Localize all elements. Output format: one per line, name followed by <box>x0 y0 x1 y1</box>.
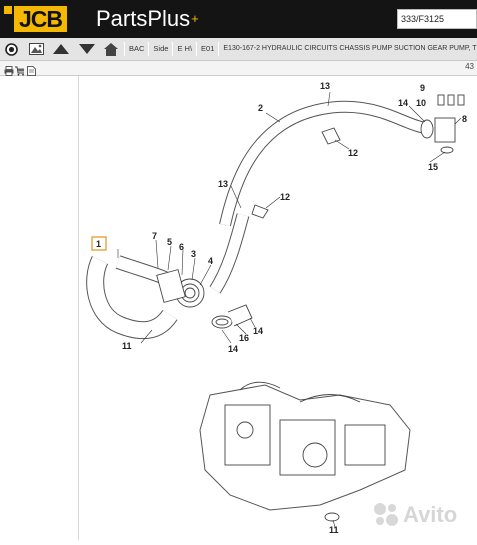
cart-icon[interactable] <box>15 63 25 76</box>
arrow-up-icon[interactable] <box>53 41 69 57</box>
callout-4[interactable]: 4 <box>208 256 213 266</box>
app-header: JCB PartsPlus+ 333/F3125 <box>0 0 477 38</box>
sub-toolbar: 43 <box>0 61 477 76</box>
arrow-down-icon[interactable] <box>79 41 95 57</box>
callout-10[interactable]: 10 <box>416 98 426 108</box>
callout-6[interactable]: 6 <box>179 242 184 252</box>
callout-2[interactable]: 2 <box>258 103 263 113</box>
callout-14-upper[interactable]: 14 <box>398 98 408 108</box>
callout-13-upper[interactable]: 13 <box>320 81 330 91</box>
callout-8[interactable]: 8 <box>462 114 467 124</box>
callout-3[interactable]: 3 <box>191 249 196 259</box>
diagram-svg: 1 2 3 4 5 6 7 8 9 10 11 11 12 12 13 13 1… <box>86 81 467 535</box>
callout-14-lower-left[interactable]: 14 <box>228 344 238 354</box>
brand-name: PartsPlus+ <box>96 6 199 32</box>
callout-15[interactable]: 15 <box>428 162 438 172</box>
toolbar: BAC Side E H\ E01 E130-167-2 HYDRAULIC C… <box>0 38 477 61</box>
callout-13-mid[interactable]: 13 <box>218 179 228 189</box>
document-icon[interactable] <box>27 63 37 76</box>
page-title: E130-167-2 HYDRAULIC CIRCUITS CHASSIS PU… <box>218 42 477 56</box>
callout-7[interactable]: 7 <box>152 231 157 241</box>
crumb-side[interactable]: Side <box>148 42 172 56</box>
callout-11-engine[interactable]: 11 <box>329 525 339 535</box>
brand-label: PartsPlus <box>96 6 191 31</box>
callout-5[interactable]: 5 <box>167 237 172 247</box>
breadcrumb: BAC Side E H\ E01 E130-167-2 HYDRAULIC C… <box>124 38 477 60</box>
avito-logo-icon <box>372 502 400 528</box>
image-icon[interactable] <box>28 41 44 57</box>
exploded-diagram[interactable]: 1 2 3 4 5 6 7 8 9 10 11 11 12 12 13 13 1… <box>79 76 477 540</box>
logo-square <box>4 6 12 14</box>
crumb-eh[interactable]: E H\ <box>172 42 196 56</box>
home-icon[interactable] <box>103 41 119 57</box>
watermark-text: Avito <box>403 502 458 527</box>
jcb-logo: JCB <box>4 6 68 32</box>
callout-9[interactable]: 9 <box>420 83 425 93</box>
callout-12-clamp[interactable]: 12 <box>280 192 290 202</box>
logo-text: JCB <box>14 6 68 32</box>
parts-list-pane <box>0 76 79 540</box>
callout-11-lower-hose[interactable]: 11 <box>122 341 132 351</box>
brand-plus-mark: + <box>191 11 199 26</box>
crumb-e01[interactable]: E01 <box>196 42 218 56</box>
crumb-bac[interactable]: BAC <box>124 42 148 56</box>
callout-12-bracket[interactable]: 12 <box>348 148 358 158</box>
search-input[interactable]: 333/F3125 <box>397 9 477 29</box>
print-icon[interactable] <box>4 63 14 76</box>
callout-14-lower-right[interactable]: 14 <box>253 326 263 336</box>
avito-watermark: Avito <box>372 502 457 528</box>
page-number: 43 <box>465 62 474 71</box>
compass-icon[interactable] <box>3 41 19 57</box>
callout-16[interactable]: 16 <box>239 333 249 343</box>
callout-1[interactable]: 1 <box>96 239 101 249</box>
